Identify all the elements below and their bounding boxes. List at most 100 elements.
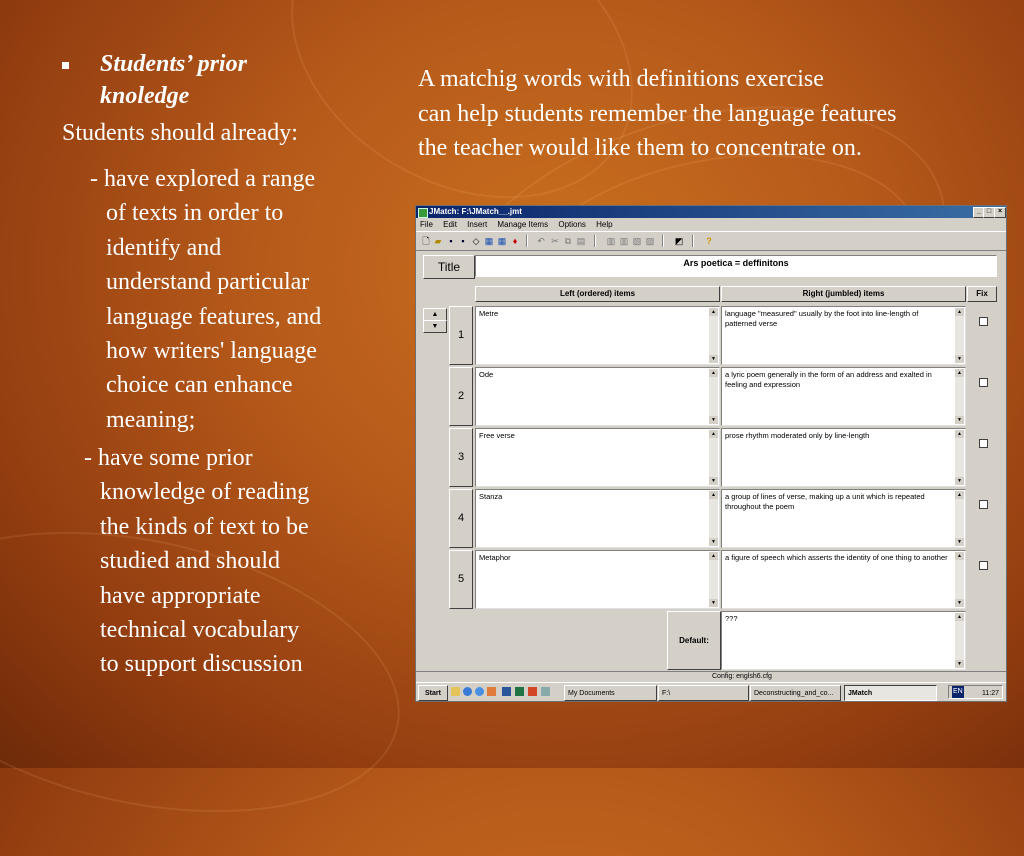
system-tray: EN 11:27 xyxy=(948,685,1003,699)
paragraph-line: knowledge of reading xyxy=(100,479,310,506)
scrollbar[interactable] xyxy=(709,369,718,424)
paragraph-line: the kinds of text to be xyxy=(100,513,309,540)
left-item-field[interactable]: Stanza xyxy=(475,489,720,548)
diamond-icon[interactable]: ◇ xyxy=(471,236,481,246)
title-button[interactable]: Title xyxy=(423,255,475,279)
right-item-field[interactable]: a figure of speech which asserts the ide… xyxy=(721,550,966,609)
start-button[interactable]: Start xyxy=(418,685,448,701)
scrollbar[interactable] xyxy=(709,552,718,607)
web-page-alt-icon[interactable]: ▦ xyxy=(497,236,507,246)
left-item-text: Free verse xyxy=(479,431,515,440)
scrollbar[interactable] xyxy=(955,369,964,424)
fix-checkbox[interactable] xyxy=(979,317,988,326)
export-icon[interactable]: ◩ xyxy=(674,236,684,246)
paragraph-line: - have some prior xyxy=(84,445,253,471)
copy-icon[interactable]: ⧉ xyxy=(563,236,573,246)
left-item-text: Stanza xyxy=(479,492,503,501)
fix-checkbox[interactable] xyxy=(979,500,988,509)
window-titlebar: JMatch: F:\JMatch__.jmt _ □ × xyxy=(416,206,1006,218)
row-number: 1 xyxy=(449,306,473,365)
left-item-field[interactable]: Metaphor xyxy=(475,550,720,609)
undo-icon[interactable]: ↶ xyxy=(536,236,546,246)
menu-edit[interactable]: Edit xyxy=(443,220,457,229)
scrollbar[interactable] xyxy=(955,308,964,363)
left-item-field[interactable]: Free verse xyxy=(475,428,720,487)
menu-options[interactable]: Options xyxy=(558,220,586,229)
left-item-text: Ode xyxy=(479,370,494,379)
toolbar-separator xyxy=(662,235,664,247)
help-icon[interactable]: ? xyxy=(704,236,714,246)
task-jmatch[interactable]: JMatch xyxy=(844,685,937,701)
right-item-text: a figure of speech which asserts the ide… xyxy=(725,553,948,562)
right-item-field[interactable]: a lyric poem generally in the form of an… xyxy=(721,367,966,426)
paragraph-prior-knowledge: - have some prior knowledge of reading t… xyxy=(84,441,384,682)
scrollbar[interactable] xyxy=(955,613,964,668)
word-icon[interactable] xyxy=(502,687,511,696)
task-drive-f[interactable]: F:\ xyxy=(658,685,749,701)
row-number: 4 xyxy=(449,489,473,548)
save-as-icon[interactable]: ▪ xyxy=(458,236,468,246)
paragraph-line: to support discussion xyxy=(100,651,303,678)
paragraph-line: choice can enhance xyxy=(106,372,293,399)
close-button[interactable]: × xyxy=(994,207,1006,218)
excel-icon[interactable] xyxy=(515,687,524,696)
default-item-field[interactable]: ??? xyxy=(721,611,966,670)
media-icon[interactable] xyxy=(475,687,484,696)
move-down-button[interactable]: ▼ xyxy=(423,320,447,333)
taskbar: Start My Documents F:\ Deconstructing_an… xyxy=(416,682,1006,701)
folder-icon[interactable] xyxy=(451,687,460,696)
cut-icon[interactable]: ✂ xyxy=(550,236,560,246)
menu-manage-items[interactable]: Manage Items xyxy=(497,220,548,229)
default-item-text: ??? xyxy=(725,614,738,623)
marker-icon[interactable]: ♦ xyxy=(510,236,520,246)
new-file-icon[interactable]: 🗋 xyxy=(421,236,431,246)
scrollbar[interactable] xyxy=(955,491,964,546)
header-right-items: Right (jumbled) items xyxy=(721,286,966,302)
right-item-field[interactable]: a group of lines of verse, making up a u… xyxy=(721,489,966,548)
right-item-text: a lyric poem generally in the form of an… xyxy=(725,370,932,389)
scrollbar[interactable] xyxy=(955,552,964,607)
paragraph-line: understand particular xyxy=(106,269,310,296)
web-page-icon[interactable]: ▦ xyxy=(484,236,494,246)
task-my-documents[interactable]: My Documents xyxy=(564,685,657,701)
left-item-field[interactable]: Ode xyxy=(475,367,720,426)
menu-help[interactable]: Help xyxy=(596,220,612,229)
toolbar: 🗋 ▰ ▪ ▪ ◇ ▦ ▦ ♦ ↶ ✂ ⧉ ▤ ▥ ▥ ▧ ▨ ◩ ? xyxy=(416,231,1006,251)
language-indicator[interactable]: EN xyxy=(952,686,964,698)
right-item-text: language "measured" usually by the foot … xyxy=(725,309,919,328)
task-deconstructing[interactable]: Deconstructing_and_co... xyxy=(750,685,841,701)
app-icon xyxy=(418,208,428,218)
right-item-field[interactable]: language "measured" usually by the foot … xyxy=(721,306,966,365)
fix-checkbox[interactable] xyxy=(979,378,988,387)
title-input[interactable]: Ars poetica = deffinitons xyxy=(475,255,997,277)
save-icon[interactable]: ▪ xyxy=(446,236,456,246)
open-folder-icon[interactable]: ▰ xyxy=(433,236,443,246)
scrollbar[interactable] xyxy=(955,430,964,485)
toolbar-separator xyxy=(526,235,528,247)
mail-icon[interactable] xyxy=(487,687,496,696)
sort-icon[interactable]: ▨ xyxy=(645,236,655,246)
menu-insert[interactable]: Insert xyxy=(467,220,487,229)
powerpoint-icon[interactable] xyxy=(528,687,537,696)
shuffle-icon[interactable]: ▧ xyxy=(632,236,642,246)
grid-icon[interactable]: ▥ xyxy=(606,236,616,246)
paste-icon[interactable]: ▤ xyxy=(576,236,586,246)
paragraph-explored: - have explored a range of texts in orde… xyxy=(90,162,390,437)
browser-icon[interactable] xyxy=(463,687,472,696)
right-item-field[interactable]: prose rhythm moderated only by line-leng… xyxy=(721,428,966,487)
left-item-field[interactable]: Metre xyxy=(475,306,720,365)
menu-file[interactable]: File xyxy=(420,220,433,229)
window-title: JMatch: F:\JMatch__.jmt xyxy=(429,207,522,216)
right-item-text: prose rhythm moderated only by line-leng… xyxy=(725,431,870,440)
toolbar-separator xyxy=(692,235,694,247)
scrollbar[interactable] xyxy=(709,308,718,363)
grid-alt-icon[interactable]: ▥ xyxy=(619,236,629,246)
bullet-title: Students’ prior knoledge xyxy=(100,51,247,109)
fix-checkbox[interactable] xyxy=(979,439,988,448)
lead-text: Students should already: xyxy=(62,120,298,146)
fix-checkbox[interactable] xyxy=(979,561,988,570)
settings-icon[interactable] xyxy=(541,687,550,696)
scrollbar[interactable] xyxy=(709,491,718,546)
intro-line: can help students remember the language … xyxy=(418,100,897,127)
scrollbar[interactable] xyxy=(709,430,718,485)
